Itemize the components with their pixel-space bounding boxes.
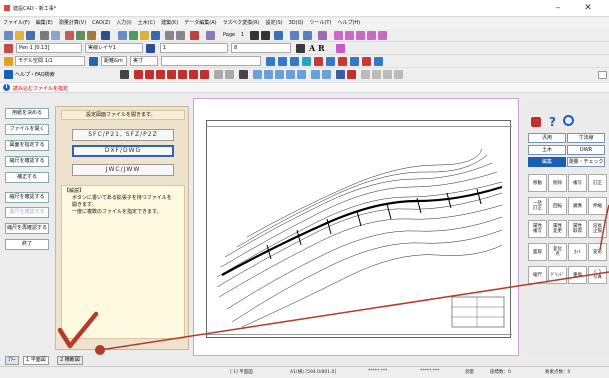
- status-y: *****.***: [420, 369, 440, 374]
- status-x: *****.***: [368, 369, 388, 374]
- status-mode: 測量: [465, 370, 474, 375]
- status-layer: [ 1] 平面図: [230, 370, 253, 375]
- status-element-count: 要素点数：0: [545, 370, 571, 375]
- status-coord-count: 座標数：0: [490, 370, 511, 375]
- status-paper: A1(横) [594.0/801.0]: [290, 370, 337, 375]
- status-bar: [ 1] 平面図 A1(横) [594.0/801.0] *****.*** *…: [0, 366, 609, 378]
- annotation-overlay: [57, 204, 609, 355]
